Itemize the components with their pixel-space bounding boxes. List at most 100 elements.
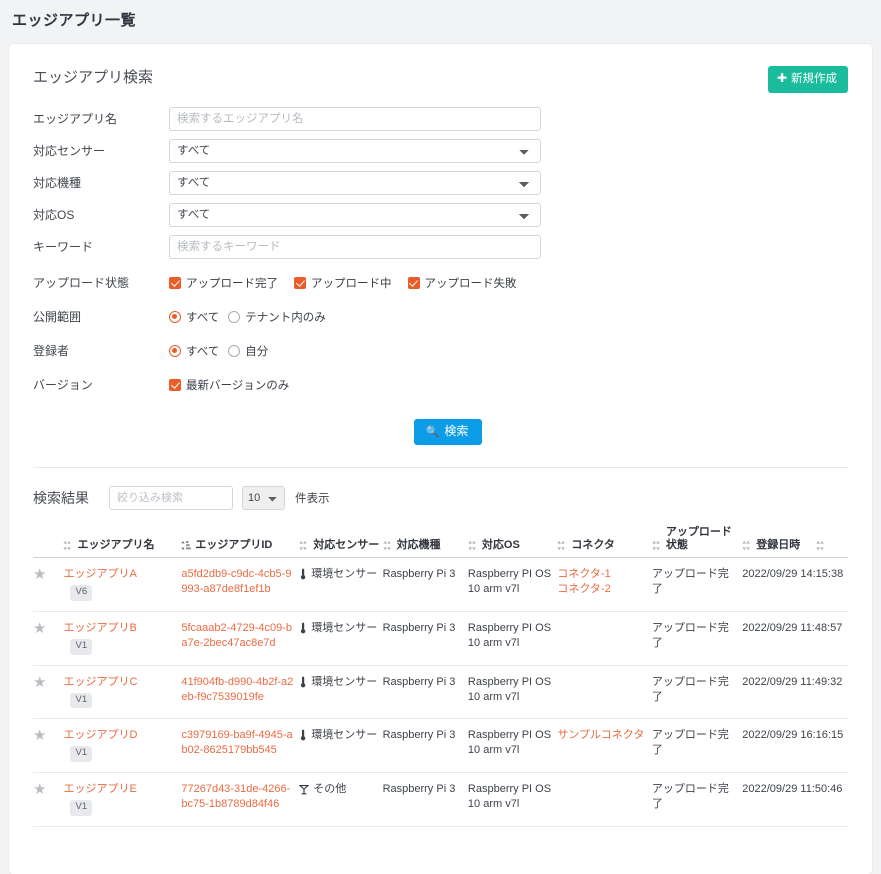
create-new-button[interactable]: ✚ 新規作成 xyxy=(767,66,848,93)
table-row: ★ エッジアプリD V1 c3979169-ba9f-4945-ab02-862517… xyxy=(33,718,848,773)
checkbox-upload-failed[interactable]: アップロード失敗 xyxy=(407,275,517,291)
app-id-link[interactable]: a5fd2db9-c9dc-4cb5-9993-a87de8f1ef1b xyxy=(181,568,291,595)
radio-registrant-self[interactable]: 自分 xyxy=(228,343,268,359)
connector-cell xyxy=(557,665,652,720)
app-name-cell: エッジアプリE V1 xyxy=(63,772,182,827)
sort-asc-icon[interactable] xyxy=(181,540,192,551)
table-row: ★ エッジアプリB V1 5fcaaab2-4729-4c09-ba7e-2bec47… xyxy=(33,611,848,666)
th-connector[interactable]: コネクタ xyxy=(557,522,652,559)
app-name-link[interactable]: エッジアプリA xyxy=(63,567,177,582)
os-cell: Raspberry PI OS 10 arm v7l xyxy=(467,718,558,773)
sort-icon[interactable] xyxy=(652,540,661,551)
radio-scope-tenant[interactable]: テナント内のみ xyxy=(228,309,326,325)
app-id-link[interactable]: 77267d43-31de-4266-bc75-1b8789d84f46 xyxy=(181,783,290,810)
checkbox-icon[interactable] xyxy=(169,277,181,289)
page-size-label: 件表示 xyxy=(295,493,330,505)
th-connector-label: コネクタ xyxy=(571,539,615,552)
radio-registrant-self-label: 自分 xyxy=(245,346,269,358)
search-button[interactable]: 🔍 検索 xyxy=(413,419,483,445)
star-icon[interactable]: ★ xyxy=(33,727,46,744)
star-icon[interactable]: ★ xyxy=(33,566,46,583)
sensor-cell: 環境センサー xyxy=(299,611,383,666)
app-id-cell: a5fd2db9-c9dc-4cb5-9993-a87de8f1ef1b xyxy=(181,557,300,613)
app-name-link[interactable]: エッジアプリD xyxy=(63,728,177,743)
label-device: 対応機種 xyxy=(33,175,82,190)
app-id-link[interactable]: c3979169-ba9f-4945-ab02-8625179bb545 xyxy=(181,729,292,756)
th-device-label: 対応機種 xyxy=(396,539,441,552)
version-badge: V1 xyxy=(70,692,93,709)
th-registered-at[interactable]: 登録日時 xyxy=(742,522,848,559)
th-app-name[interactable]: エッジアプリ名 xyxy=(63,522,182,559)
sensor-label: その他 xyxy=(313,783,347,795)
field-row-os: 対応OS すべて xyxy=(33,203,848,227)
checkbox-icon[interactable] xyxy=(294,277,306,289)
th-app-id[interactable]: エッジアプリID xyxy=(181,522,300,559)
results-header: 検索結果 10 件表示 xyxy=(33,468,848,522)
upload-state-cell: アップロード完了 xyxy=(651,611,743,666)
os-cell: Raspberry PI OS 10 arm v7l xyxy=(467,557,558,613)
checkbox-icon[interactable] xyxy=(407,277,420,289)
sensor-cell: その他 xyxy=(298,772,383,827)
app-name-input[interactable] xyxy=(169,107,541,131)
app-name-link[interactable]: エッジアプリB xyxy=(63,621,177,636)
sort-icon[interactable] xyxy=(468,540,477,551)
checkbox-upload-complete[interactable]: アップロード完了 xyxy=(169,275,278,291)
radio-scope-all[interactable]: すべて xyxy=(169,309,219,325)
app-id-link[interactable]: 5fcaaab2-4729-4c09-ba7e-2bec47ac8e7d xyxy=(181,622,292,649)
label-registrant: 登録者 xyxy=(33,343,70,358)
sensor-select[interactable]: すべて xyxy=(169,139,541,163)
device-select[interactable]: すべて xyxy=(169,171,541,195)
sort-icon[interactable] xyxy=(382,540,392,551)
sort-icon[interactable] xyxy=(557,540,566,551)
thermometer-icon xyxy=(299,676,307,693)
os-cell: Raspberry PI OS 10 arm v7l xyxy=(467,611,558,666)
radio-icon[interactable] xyxy=(169,311,181,323)
radio-registrant-all[interactable]: すべて xyxy=(169,343,219,359)
radio-icon[interactable] xyxy=(169,345,181,357)
os-cell: Raspberry PI OS 10 arm v7l xyxy=(467,772,558,827)
sort-icon[interactable] xyxy=(299,540,308,551)
app-name-link[interactable]: エッジアプリC xyxy=(63,675,177,690)
antenna-icon xyxy=(298,783,310,800)
radio-icon[interactable] xyxy=(228,345,241,357)
os-cell: Raspberry PI OS 10 arm v7l xyxy=(467,665,558,720)
upload-state-cell: アップロード完了 xyxy=(651,772,743,827)
page-size-select[interactable]: 10 xyxy=(242,486,285,510)
th-device[interactable]: 対応機種 xyxy=(382,522,468,559)
results-filter-input[interactable] xyxy=(109,486,233,510)
sort-icon[interactable] xyxy=(742,540,751,551)
th-os[interactable]: 対応OS xyxy=(467,522,558,559)
label-sensor: 対応センサー xyxy=(33,143,106,158)
search-panel-title: エッジアプリ検索 xyxy=(33,69,154,86)
checkbox-upload-inprogress[interactable]: アップロード中 xyxy=(294,275,392,291)
table-row: ★ エッジアプリE V1 77267d43-31de-4266-bc75-1b8789… xyxy=(33,772,848,827)
sort-icon[interactable] xyxy=(816,540,825,551)
checkbox-icon[interactable] xyxy=(169,379,181,391)
app-name-link[interactable]: エッジアプリE xyxy=(63,782,177,797)
os-select[interactable]: すべて xyxy=(169,203,541,227)
label-app-name: エッジアプリ名 xyxy=(33,111,118,126)
radio-icon[interactable] xyxy=(228,311,241,323)
keyword-input[interactable] xyxy=(169,235,541,259)
label-keyword: キーワード xyxy=(33,239,94,254)
th-app-id-label: エッジアプリID xyxy=(195,539,273,552)
th-sensor[interactable]: 対応センサー xyxy=(299,522,383,559)
favorite-cell: ★ xyxy=(33,772,64,827)
registered-at-cell: 2022/09/29 11:48:57 xyxy=(742,611,848,666)
th-upload-state[interactable]: アップロード状態 xyxy=(651,522,743,559)
star-icon[interactable]: ★ xyxy=(33,620,46,637)
sort-icon[interactable] xyxy=(63,540,72,551)
star-icon[interactable]: ★ xyxy=(33,781,46,798)
connector-link[interactable]: コネクタ-2 xyxy=(557,582,648,597)
search-icon: 🔍 xyxy=(425,426,440,438)
app-id-link[interactable]: 41f904fb-d990-4b2f-a2eb-f9c7539019fe xyxy=(181,676,293,703)
connector-link[interactable]: コネクタ-1 xyxy=(557,567,648,582)
search-button-wrap: 🔍 検索 xyxy=(33,419,848,445)
thermometer-icon xyxy=(299,568,307,585)
sensor-label: 環境センサー xyxy=(311,622,378,635)
checkbox-latest-version-only-label: 最新バージョンのみ xyxy=(186,380,290,392)
plus-icon: ✚ xyxy=(776,71,787,85)
star-icon[interactable]: ★ xyxy=(33,674,46,691)
connector-link[interactable]: サンプルコネクタ xyxy=(557,728,648,743)
checkbox-latest-version-only[interactable]: 最新バージョンのみ xyxy=(169,377,289,393)
